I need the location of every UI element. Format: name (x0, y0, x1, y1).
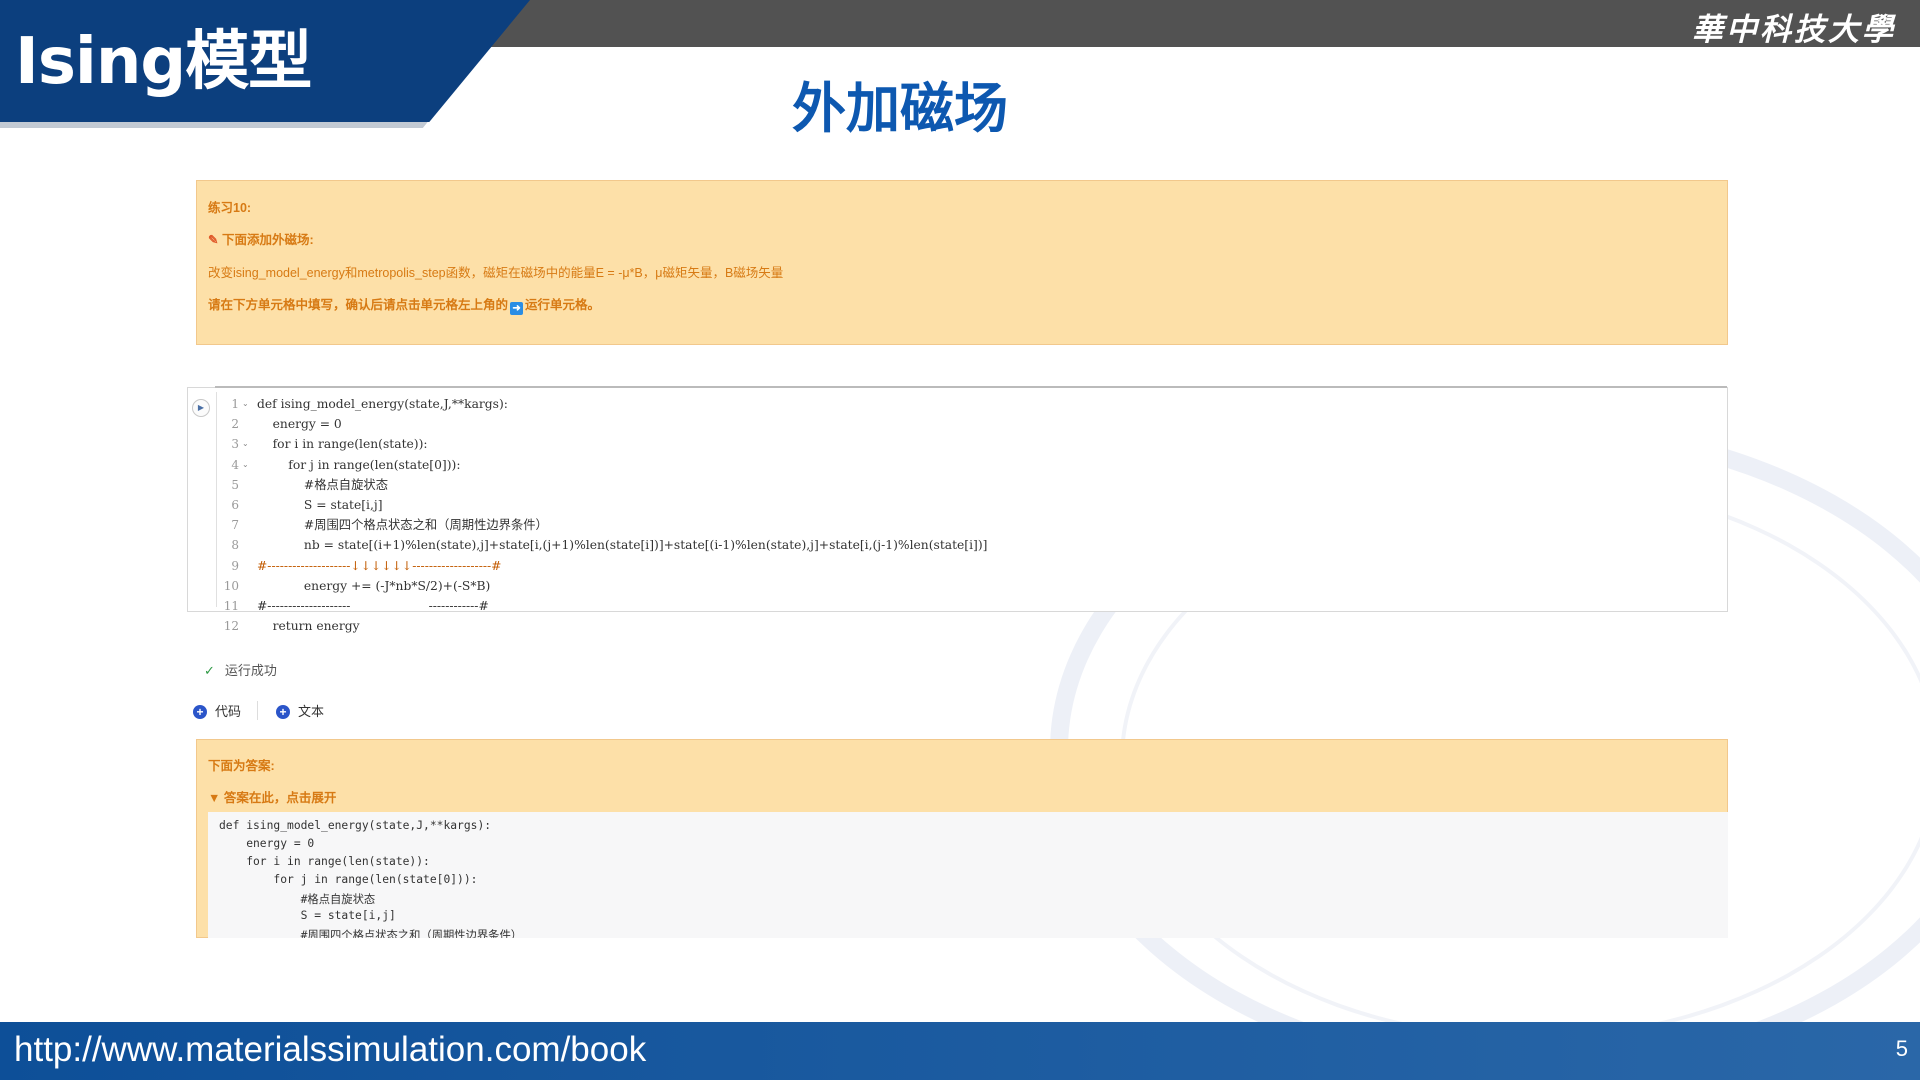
caret-down-icon: ▼ (208, 791, 221, 805)
line-number: 1 (231, 397, 239, 411)
line-number: 11 (223, 599, 239, 613)
answer-markdown-cell[interactable]: 下面为答案: ▼ 答案在此，点击展开 def ising_model_energ… (196, 739, 1728, 938)
code-text: for i in range(len(state)): (257, 437, 428, 452)
fold-chevron-icon[interactable]: ⌄ (242, 455, 249, 475)
page-number: 5 (1895, 1036, 1908, 1061)
line-number: 7 (231, 518, 239, 533)
code-text: energy += (-J*nb*S/2)+(-S*B) (257, 578, 491, 593)
answer-heading: 下面为答案: (208, 759, 275, 773)
code-text: nb = state[(i+1)%len(state),j]+state[i,(… (257, 538, 988, 553)
add-text-cell-button[interactable]: + 文本 (257, 701, 324, 720)
code-line[interactable]: 6 S = state[i,j] (217, 495, 383, 515)
line-number: 2 (231, 417, 239, 432)
answer-code-line: #格点自旋状态 (219, 893, 376, 906)
answer-code-line: S = state[i,j] (219, 909, 396, 922)
run-cell-icon: ➜ (510, 302, 524, 315)
code-line[interactable]: 9 #--------------------↓↓↓↓↓↓------------… (217, 556, 501, 576)
code-cell[interactable]: ▶ 1 ⌄ def ising_model_energy(state,J,**kar… (187, 386, 1728, 633)
fold-chevron-icon[interactable]: ⌄ (242, 394, 249, 414)
answer-code-line: for i in range(len(state)): (219, 855, 430, 868)
answer-code-line: energy = 0 (219, 837, 315, 850)
answer-code-line: def ising_model_energy(state,J,**kargs): (219, 819, 492, 832)
instruction-text: 请在下方单元格中填写，确认后请点击单元格左上角的 (208, 298, 509, 312)
footer-url: http://www.materialssimulation.com/book (14, 1030, 647, 1069)
answer-toggle-label: 答案在此，点击展开 (223, 791, 337, 805)
pencil-icon: ✎ (208, 233, 219, 247)
check-icon: ✓ (204, 663, 215, 678)
code-text: #格点自旋状态 (257, 477, 388, 492)
cell-top-border (215, 386, 1727, 388)
code-line[interactable]: 8 nb = state[(i+1)%len(state),j]+state[i… (217, 535, 987, 555)
code-text: #周围四个格点状态之和（周期性边界条件） (257, 518, 548, 533)
answer-code-line: #周围四个格点状态之和（周期性边界条件） (219, 929, 523, 938)
code-line[interactable]: 7 #周围四个格点状态之和（周期性边界条件） (217, 515, 548, 535)
line-number: 4 (231, 457, 239, 472)
code-text: for j in range(len(state[0])): (257, 457, 461, 472)
add-code-label: 代码 (215, 704, 242, 719)
line-number: 8 (231, 538, 239, 553)
code-line[interactable]: 5 #格点自旋状态 (217, 475, 388, 495)
exercise-subheading-row: ✎ 下面添加外磁场: (208, 229, 314, 248)
run-status: ✓ 运行成功 (204, 660, 277, 679)
answer-code-line: for j in range(len(state[0])): (219, 873, 478, 886)
code-line[interactable]: 2 energy = 0 (217, 414, 342, 434)
slide-title: 外加磁场 (792, 77, 1008, 140)
answer-code-block: def ising_model_energy(state,J,**kargs):… (208, 812, 1728, 938)
line-number: 3 (231, 437, 239, 452)
add-text-label: 文本 (298, 704, 325, 719)
code-line[interactable]: 1 ⌄ def ising_model_energy(state,J,**kargs… (217, 394, 508, 414)
plus-icon: + (193, 705, 207, 719)
add-code-cell-button[interactable]: + 代码 (193, 701, 241, 720)
code-text: return energy (257, 619, 360, 634)
line-number: 9 (231, 558, 239, 573)
exercise-instruction: 请在下方单元格中填写，确认后请点击单元格左上角的 ➜ 运行单元格。 (208, 294, 600, 315)
code-text: energy = 0 (257, 417, 342, 432)
line-number: 6 (231, 498, 239, 512)
exercise-description: 改变ising_model_energy和metropolis_step函数，磁… (208, 266, 784, 280)
code-text: S = state[i,j] (257, 498, 383, 512)
university-logo-text: 華中科技大學 (1692, 12, 1896, 48)
code-line[interactable]: 11 #-------------------- ------------# (217, 596, 489, 616)
answer-toggle[interactable]: ▼ 答案在此，点击展开 (208, 787, 336, 806)
line-number: 12 (223, 619, 239, 634)
code-line[interactable]: 3 ⌄ for i in range(len(state)): (217, 434, 428, 454)
code-line[interactable]: 4 ⌄ for j in range(len(state[0])): (217, 455, 460, 475)
code-line[interactable]: 12 return energy (217, 616, 360, 636)
exercise-heading: 练习10: (208, 201, 252, 215)
code-text: def ising_model_energy(state,J,**kargs): (257, 397, 508, 411)
exercise-subheading: 下面添加外磁场: (221, 233, 314, 247)
line-number: 5 (231, 477, 239, 492)
instruction-text-end: 运行单元格。 (525, 298, 601, 312)
exercise-markdown-cell[interactable]: 练习10: ✎ 下面添加外磁场: 改变ising_model_energy和me… (196, 180, 1728, 345)
run-cell-button[interactable]: ▶ (192, 399, 210, 417)
plus-icon: + (276, 705, 290, 719)
code-text: #-------------------- ------------# (257, 599, 489, 613)
fold-chevron-icon[interactable]: ⌄ (242, 434, 249, 454)
notebook: 练习10: ✎ 下面添加外磁场: 改变ising_model_energy和me… (187, 180, 1728, 938)
run-status-text: 运行成功 (224, 663, 277, 678)
code-editor[interactable]: 1 ⌄ def ising_model_energy(state,J,**kargs… (216, 392, 1727, 633)
line-number: 10 (223, 578, 239, 593)
code-text: #--------------------↓↓↓↓↓↓-------------… (257, 558, 502, 573)
code-line[interactable]: 10 energy += (-J*nb*S/2)+(-S*B) (217, 576, 491, 596)
